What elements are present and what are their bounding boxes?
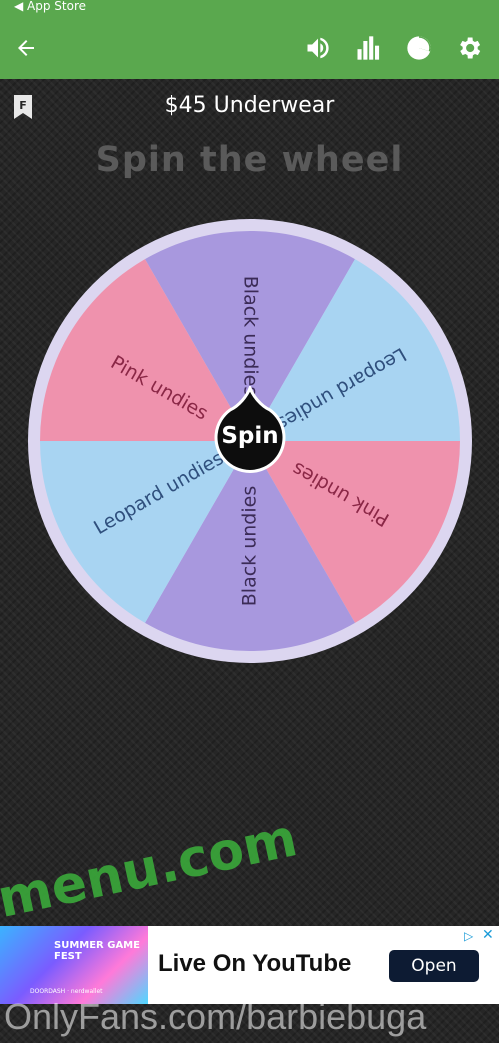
ad-image[interactable]: SUMMER GAME FEST DOORDASH · nerdwallet	[0, 926, 148, 1004]
page-heading: Spin the wheel	[95, 140, 404, 180]
watermark-text: menu.com	[0, 808, 303, 930]
speaker-icon	[307, 37, 329, 59]
onlyfans-watermark: OnlyFans.com/barbiebuga	[4, 996, 427, 1037]
ad-image-title: SUMMER GAME FEST	[54, 940, 140, 962]
wheel-segment-label: Black undies	[240, 276, 262, 396]
wheel-segment-label: Black undies	[239, 486, 261, 606]
sound-button[interactable]	[302, 32, 334, 64]
wheel-name: $45 Underwear	[164, 93, 335, 118]
stats-button[interactable]	[352, 32, 384, 64]
ad-close-icon[interactable]: ✕	[482, 927, 494, 943]
pie-chart-icon	[407, 36, 431, 60]
status-bar: ◀ App Store	[0, 0, 499, 16]
arrow-left-icon	[18, 40, 34, 56]
ad-headline: Live On YouTube	[158, 950, 352, 977]
gear-icon	[460, 37, 481, 59]
ad-info-icon[interactable]: ▷	[464, 929, 473, 943]
ad-banner[interactable]: SUMMER GAME FEST DOORDASH · nerdwallet L…	[0, 926, 499, 1004]
settings-button[interactable]	[453, 32, 485, 64]
bar-chart-icon	[357, 36, 380, 60]
toolbar	[0, 16, 499, 79]
ad-image-sponsors: DOORDASH · nerdwallet	[30, 988, 103, 995]
spin-button[interactable]	[213, 386, 287, 486]
back-button[interactable]	[10, 32, 42, 64]
app-store-back-link[interactable]: ◀ App Store	[14, 0, 86, 13]
ad-open-button[interactable]: Open	[389, 950, 479, 982]
pie-chart-button[interactable]	[403, 32, 435, 64]
